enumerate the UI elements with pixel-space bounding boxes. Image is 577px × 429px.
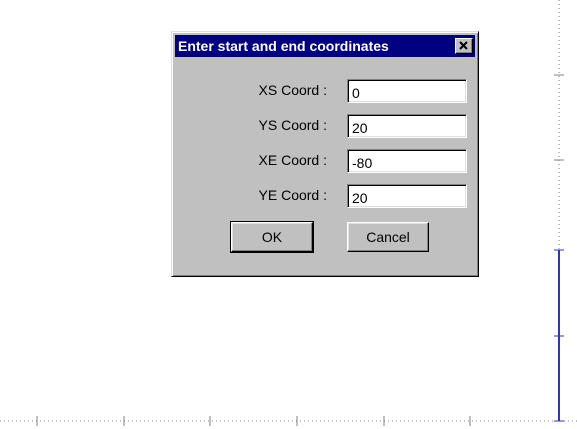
ys-coord-row: YS Coord : — [172, 114, 478, 138]
ye-coord-row: YE Coord : — [172, 184, 478, 208]
close-icon — [459, 41, 468, 50]
close-button[interactable] — [455, 38, 473, 54]
xs-coord-label: XS Coord : — [258, 82, 327, 98]
xe-coord-input[interactable] — [347, 149, 467, 173]
horizontal-axis-ticks — [36, 416, 471, 426]
xe-coord-label: XE Coord : — [258, 152, 327, 168]
ye-coord-label: YE Coord : — [258, 187, 327, 203]
xs-coord-row: XS Coord : — [172, 79, 478, 103]
ys-coord-input[interactable] — [347, 114, 467, 138]
dialog-titlebar[interactable]: Enter start and end coordinates — [175, 35, 475, 57]
ys-coord-label: YS Coord : — [258, 117, 327, 133]
dialog-title: Enter start and end coordinates — [178, 38, 389, 54]
vertical-axis-ticks — [554, 74, 564, 161]
cancel-button[interactable]: Cancel — [347, 222, 429, 252]
xs-coord-input[interactable] — [347, 79, 467, 103]
ok-button[interactable]: OK — [230, 221, 314, 253]
ye-coord-input[interactable] — [347, 184, 467, 208]
xe-coord-row: XE Coord : — [172, 149, 478, 173]
coordinates-dialog: Enter start and end coordinates XS Coord… — [171, 31, 479, 277]
